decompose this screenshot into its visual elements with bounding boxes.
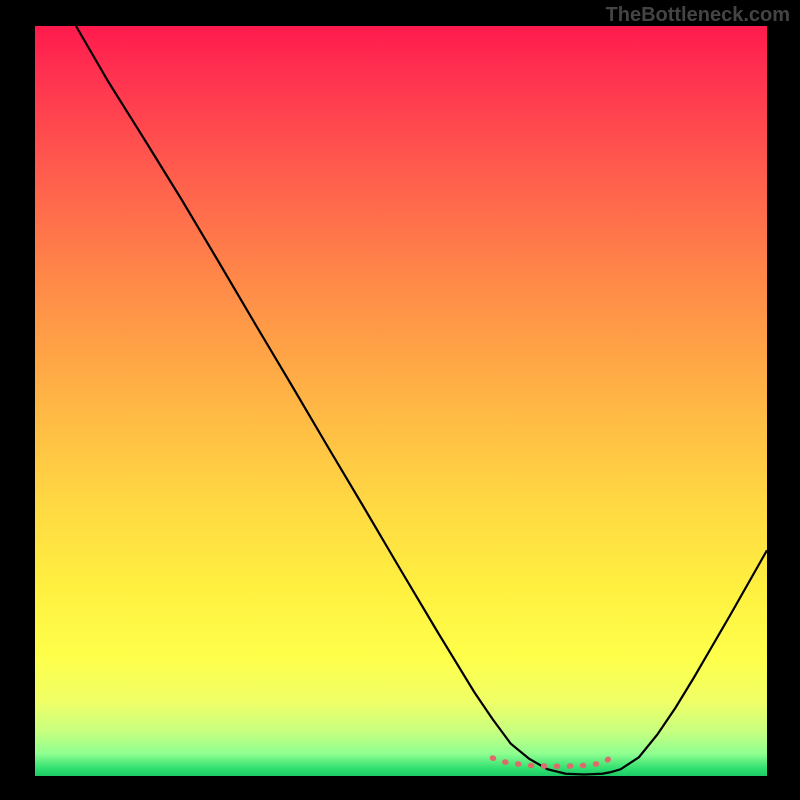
watermark-text: TheBottleneck.com [606,4,790,27]
chart-svg [35,26,767,776]
flat-zone-marker-line [493,758,611,766]
plot-area [35,26,767,776]
bottleneck-curve-line [76,26,767,775]
